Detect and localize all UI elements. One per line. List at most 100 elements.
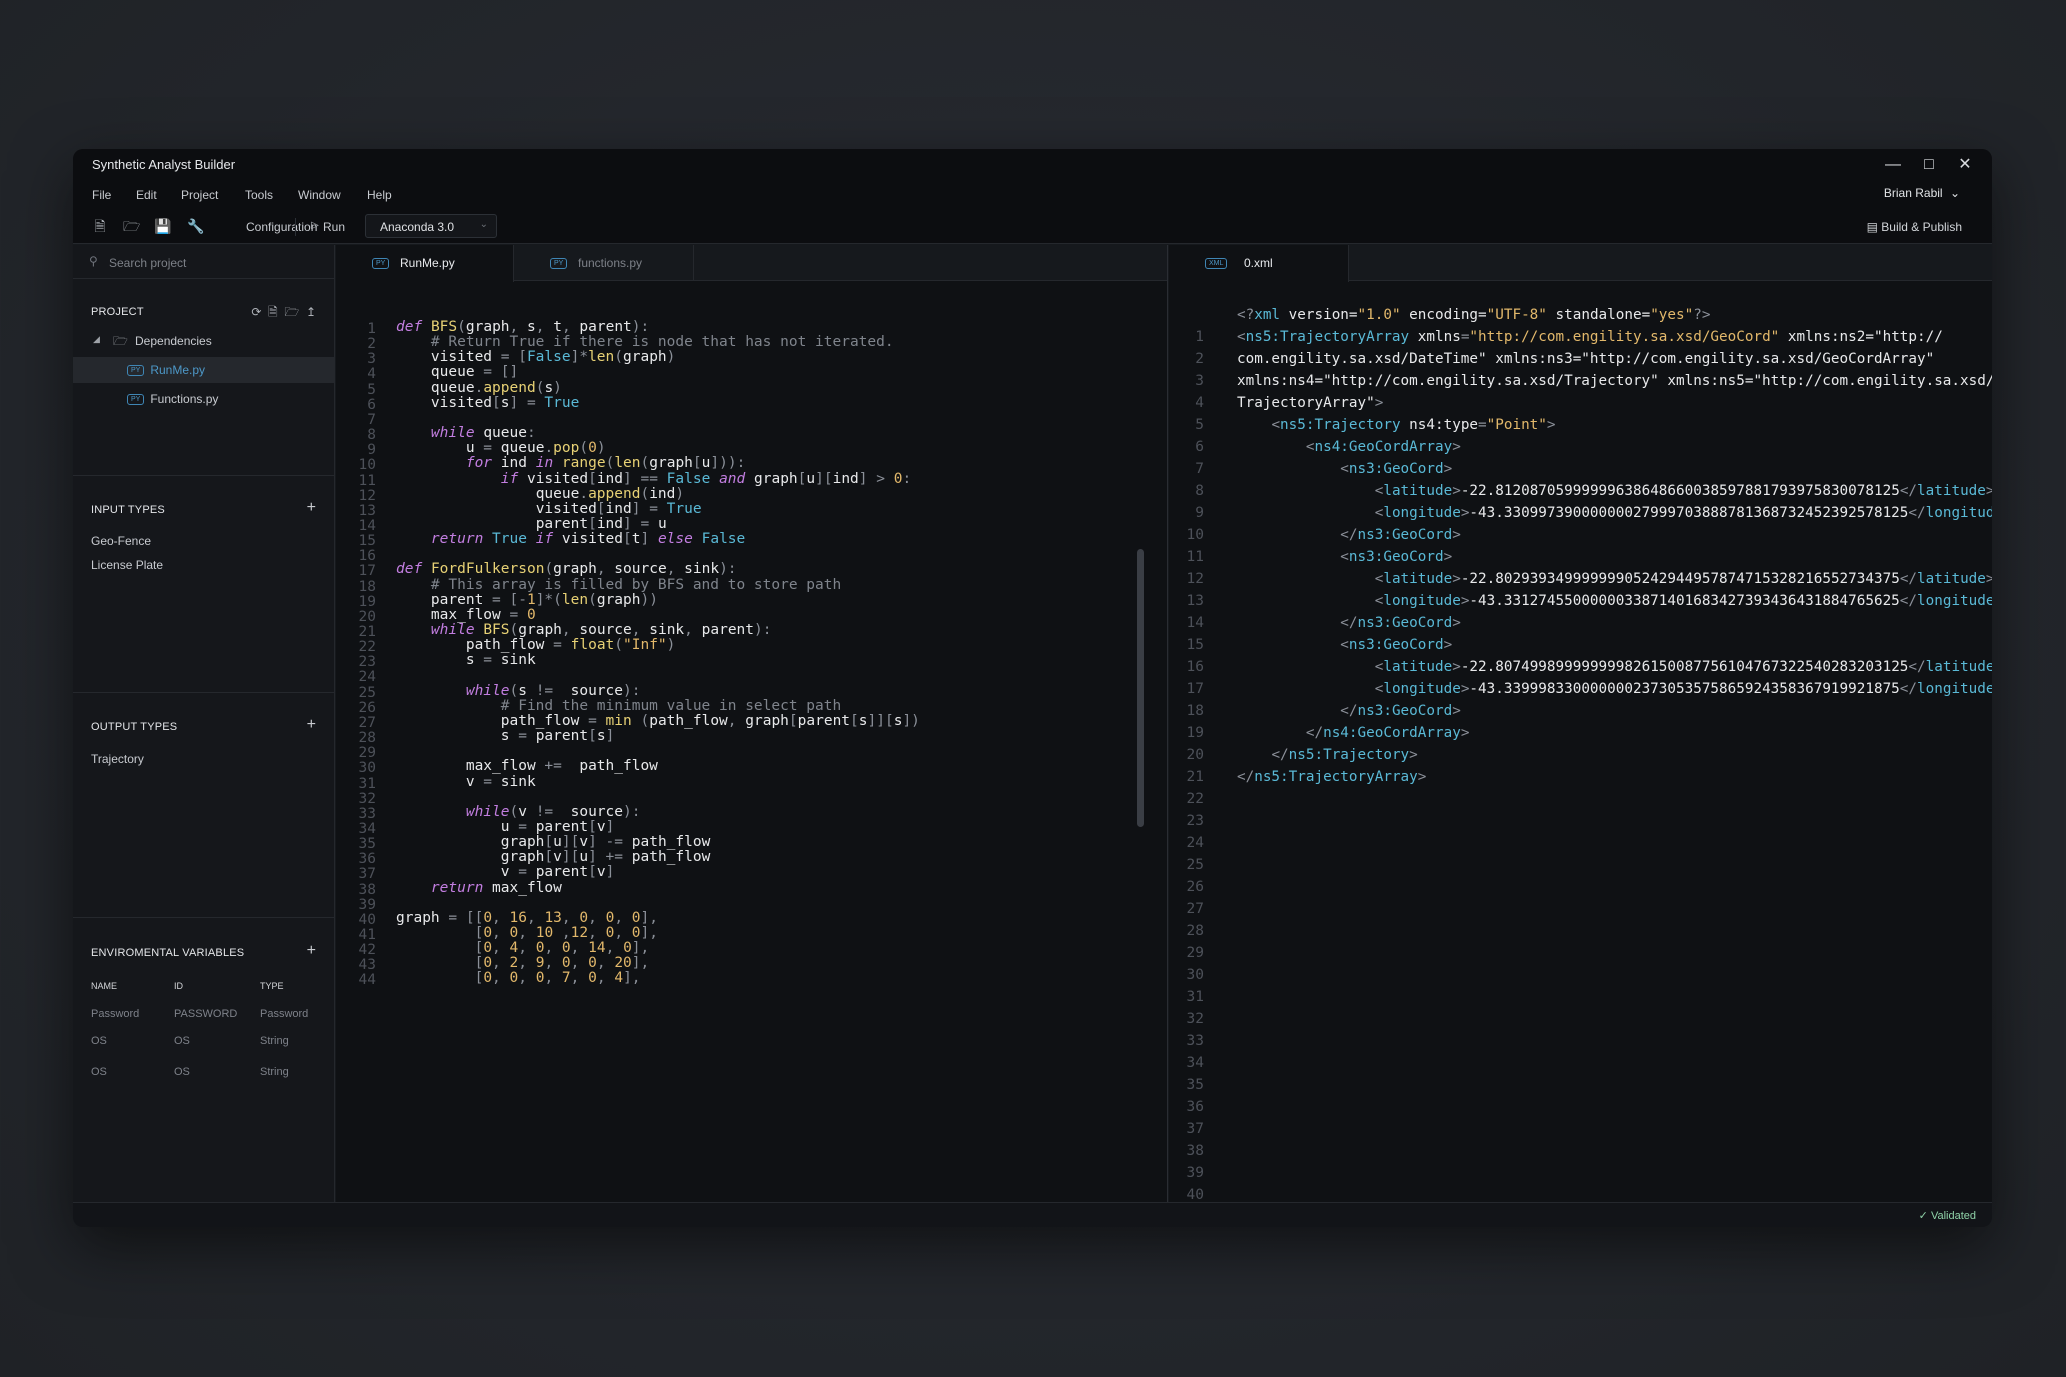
line-number: 39: [1186, 1165, 1204, 1181]
code-line[interactable]: v = sink: [396, 772, 536, 792]
line-number: 1: [1195, 329, 1204, 345]
menu-edit[interactable]: Edit: [136, 188, 157, 202]
play-icon[interactable]: ▷: [307, 218, 323, 234]
line-number: 35: [1186, 1077, 1204, 1093]
search-placeholder: Search project: [109, 256, 187, 270]
tree-file-runme[interactable]: PY RunMe.py: [73, 357, 335, 383]
line-number: 12: [1186, 571, 1204, 587]
line-number: 5: [1195, 417, 1204, 433]
xml-line[interactable]: <latitude>-22.81208705999999638648660038…: [1237, 481, 1992, 501]
menu-bar: File Edit Project Tools Window Help Bria…: [73, 180, 1992, 210]
env-cell: OS: [174, 1035, 190, 1047]
line-number: 15: [1186, 637, 1204, 653]
user-menu[interactable]: Brian Rabil ⌄: [1884, 186, 1960, 200]
xml-line[interactable]: <longitude>-43.3399983300000002373053575…: [1237, 679, 1992, 699]
tree-folder-dependencies[interactable]: ◢ 🗁 Dependencies: [73, 328, 335, 354]
tab-runme[interactable]: PY RunMe.py: [336, 245, 514, 282]
xml-line[interactable]: </ns5:TrajectoryArray>: [1237, 767, 1426, 787]
section-divider: [73, 692, 335, 693]
new-file-icon[interactable]: 🗎: [92, 218, 108, 234]
xml-line[interactable]: TrajectoryArray">: [1237, 393, 1383, 413]
menu-window[interactable]: Window: [298, 188, 341, 202]
code-editor[interactable]: PY RunMe.py PY functions.py 1 def BFS(gra…: [336, 245, 1168, 1202]
env-col-type: TYPE: [260, 981, 284, 991]
project-actions: ⟳ 🗎 🗁 ↥: [251, 303, 316, 324]
maximize-icon[interactable]: □: [1916, 153, 1942, 177]
open-folder-icon[interactable]: 🗁: [123, 218, 140, 234]
status-bar: ✓ Validated: [73, 1202, 1992, 1227]
save-icon[interactable]: 💾: [154, 218, 171, 234]
code-line[interactable]: s = sink: [396, 650, 536, 670]
input-types-title: INPUT TYPES: [91, 504, 165, 516]
line-number: 9: [1195, 505, 1204, 521]
code-line[interactable]: visited[s] = True: [396, 393, 579, 413]
xml-line[interactable]: <ns5:TrajectoryArray xmlns="http://com.e…: [1237, 327, 1943, 347]
xml-line[interactable]: <ns4:GeoCordArray>: [1237, 437, 1461, 457]
code-line[interactable]: [0, 0, 0, 7, 0, 4],: [396, 968, 641, 988]
environment-value: Anaconda 3.0: [380, 220, 455, 234]
input-type-item[interactable]: Geo-Fence: [91, 534, 151, 548]
collapse-icon[interactable]: ↥: [306, 305, 316, 319]
xml-editor[interactable]: XML 0.xml <?xml version="1.0" encoding="…: [1169, 245, 1992, 1202]
xml-line[interactable]: </ns5:Trajectory>: [1237, 745, 1417, 765]
tab-functions[interactable]: PY functions.py: [514, 245, 694, 281]
xml-line[interactable]: </ns4:GeoCordArray>: [1237, 723, 1470, 743]
line-number: 44: [358, 972, 376, 989]
add-output-type-icon[interactable]: +: [307, 716, 316, 734]
new-file-icon[interactable]: 🗎: [268, 305, 278, 319]
code-line[interactable]: return True if visited[t] else False: [396, 529, 745, 549]
build-publish-button[interactable]: ▤ Build & Publish: [1867, 220, 1962, 234]
sidebar: ⚲ Search project PROJECT ⟳ 🗎 🗁 ↥ ◢ 🗁 Dep…: [73, 245, 335, 1202]
search-box[interactable]: ⚲ Search project: [73, 245, 335, 279]
window-title: Synthetic Analyst Builder: [92, 157, 236, 172]
output-type-item[interactable]: Trajectory: [91, 752, 144, 766]
environment-select[interactable]: Anaconda 3.0 ⌄: [365, 214, 497, 238]
xml-line[interactable]: <latitude>-22.80749989999999982615008775…: [1237, 657, 1992, 677]
editor-tab-strip: PY RunMe.py PY functions.py: [336, 245, 1167, 282]
xml-line[interactable]: <ns3:GeoCord>: [1237, 635, 1452, 655]
xml-line[interactable]: <latitude>-22.80293934999999905242944957…: [1237, 569, 1992, 589]
xml-line[interactable]: <ns5:Trajectory ns4:type="Point">: [1237, 415, 1555, 435]
xml-declaration[interactable]: <?xml version="1.0" encoding="UTF-8" sta…: [1237, 305, 1710, 325]
caret-down-icon: ◢: [93, 334, 100, 344]
new-folder-icon[interactable]: 🗁: [284, 305, 299, 319]
status-text: Validated: [1930, 1210, 1976, 1222]
menu-file[interactable]: File: [92, 188, 111, 202]
refresh-icon[interactable]: ⟳: [251, 305, 261, 319]
code-line[interactable]: return max_flow: [396, 878, 562, 898]
xml-line[interactable]: <longitude>-43.3312745500000033871401683…: [1237, 591, 1992, 611]
menu-project[interactable]: Project: [181, 188, 218, 202]
env-cell: String: [260, 1035, 289, 1047]
close-icon[interactable]: ✕: [1952, 153, 1978, 177]
xml-line[interactable]: <ns3:GeoCord>: [1237, 547, 1452, 567]
xml-line[interactable]: xmlns:ns4="http://com.engility.sa.xsd/Tr…: [1237, 371, 1992, 391]
xml-line[interactable]: </ns3:GeoCord>: [1237, 613, 1461, 633]
line-number: 26: [1186, 879, 1204, 895]
editor-scrollbar[interactable]: [1137, 549, 1144, 827]
xml-line[interactable]: <ns3:GeoCord>: [1237, 459, 1452, 479]
input-type-item[interactable]: License Plate: [91, 558, 163, 572]
line-number: 20: [1186, 747, 1204, 763]
menu-tools[interactable]: Tools: [245, 188, 273, 202]
tree-file-functions[interactable]: PY Functions.py: [73, 386, 335, 412]
menu-help[interactable]: Help: [367, 188, 392, 202]
line-number: 11: [1186, 549, 1204, 565]
add-input-type-icon[interactable]: +: [307, 499, 316, 517]
line-number: 23: [1186, 813, 1204, 829]
xml-line[interactable]: <longitude>-43.3309973900000002799970388…: [1237, 503, 1992, 523]
wrench-icon[interactable]: 🔧: [187, 218, 204, 234]
line-number: 8: [1195, 483, 1204, 499]
tab-0-xml[interactable]: XML 0.xml: [1169, 245, 1349, 282]
add-env-var-icon[interactable]: +: [307, 942, 316, 960]
xml-line[interactable]: </ns3:GeoCord>: [1237, 525, 1461, 545]
chevron-down-icon: ⌄: [479, 219, 488, 230]
code-line[interactable]: s = parent[s]: [396, 726, 615, 746]
chevron-down-icon: ⌄: [1949, 186, 1960, 200]
run-button[interactable]: Run: [323, 220, 345, 234]
line-number: 19: [1186, 725, 1204, 741]
minimize-icon[interactable]: —: [1880, 153, 1906, 177]
xml-line[interactable]: </ns3:GeoCord>: [1237, 701, 1461, 721]
xml-line[interactable]: com.engility.sa.xsd/DateTime" xmlns:ns3=…: [1237, 349, 1934, 369]
xml-tab-strip: XML 0.xml: [1169, 245, 1992, 282]
env-cell: OS: [91, 1066, 107, 1078]
